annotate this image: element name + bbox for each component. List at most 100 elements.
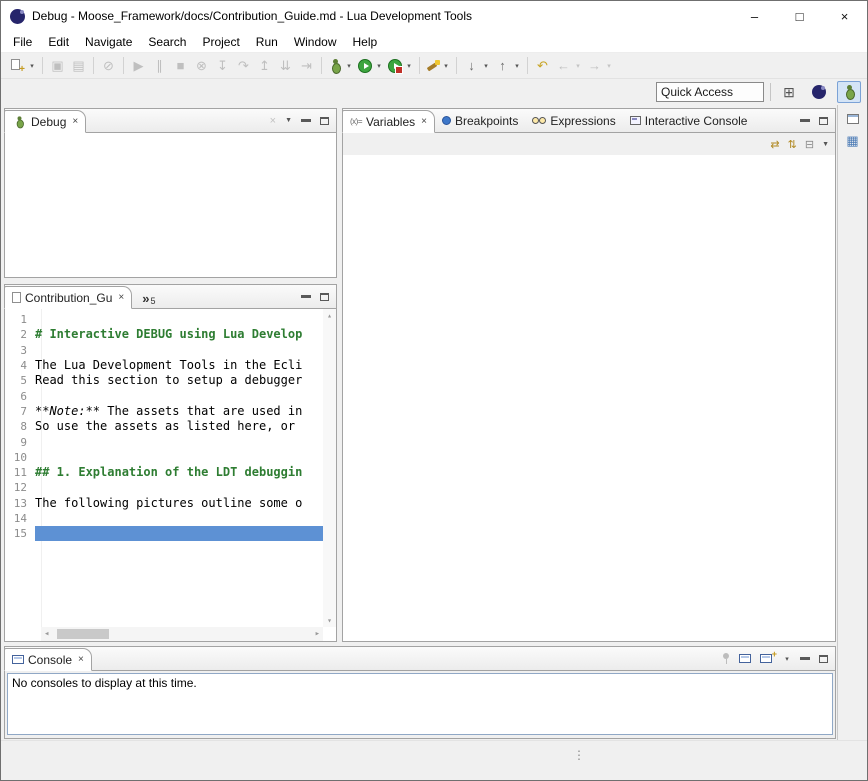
scrollbar-thumb[interactable] — [57, 629, 109, 639]
open-console-button[interactable]: + — [760, 654, 772, 663]
editor-line: 8So use the assets as listed here, or — [5, 419, 323, 434]
disconnect-button[interactable]: ⊗ — [191, 55, 212, 77]
tab-variables[interactable]: (x)= Variables × — [342, 110, 435, 133]
menu-search[interactable]: Search — [140, 33, 194, 51]
ldt-perspective-button[interactable] — [807, 81, 831, 103]
new-button[interactable]: + ▾ — [6, 55, 38, 77]
close-tab-icon[interactable]: × — [118, 292, 124, 303]
dropdown-arrow-icon[interactable]: ▾ — [375, 62, 383, 70]
line-text — [35, 480, 323, 495]
forward-icon: → — [586, 59, 603, 72]
editor-line: 14 — [5, 511, 323, 526]
save-button[interactable]: ▣ — [47, 55, 68, 77]
view-menu-icon[interactable]: ▼ — [285, 117, 292, 124]
sash-grip[interactable]: ⋮ — [573, 748, 585, 762]
drop-to-frame-button[interactable]: ⇊ — [275, 55, 296, 77]
dropdown-arrow-icon[interactable]: ▾ — [482, 62, 490, 70]
step-over-button[interactable]: ↷ — [233, 55, 254, 77]
restore-view-icon[interactable] — [847, 114, 859, 124]
maximize-view-icon[interactable] — [320, 117, 329, 125]
dropdown-arrow-icon[interactable]: ▾ — [405, 62, 413, 70]
search-button[interactable]: ▾ — [424, 55, 452, 77]
show-logical-structure-icon[interactable]: ⇅ — [788, 138, 797, 151]
line-text-rest: The assets that are used in — [100, 404, 302, 418]
maximize-view-icon[interactable] — [819, 655, 828, 663]
step-return-button[interactable]: ↥ — [254, 55, 275, 77]
menu-project[interactable]: Project — [194, 33, 247, 51]
terminate-button[interactable]: ■ — [170, 55, 191, 77]
dropdown-arrow-icon[interactable]: ▾ — [28, 62, 36, 70]
tab-breakpoints[interactable]: Breakpoints — [435, 109, 525, 132]
open-perspective-button[interactable]: ⊞ — [777, 81, 801, 103]
dropdown-arrow-icon[interactable]: ▾ — [605, 62, 613, 70]
minimized-view-icon[interactable]: ▦ — [846, 134, 858, 147]
skip-all-breakpoints-button[interactable]: ⊘ — [98, 55, 119, 77]
tab-contribution-guide[interactable]: Contribution_Gu × — [4, 286, 132, 309]
menu-file[interactable]: File — [5, 33, 40, 51]
collapse-all-icon[interactable]: ⊟ — [805, 138, 814, 151]
interactive-console-icon — [630, 116, 641, 125]
maximize-window-button[interactable]: □ — [777, 1, 822, 31]
suspend-button[interactable]: ∥ — [149, 55, 170, 77]
tab-expressions[interactable]: Expressions — [525, 109, 622, 132]
pin-console-icon[interactable] — [722, 653, 730, 664]
save-all-button[interactable]: ▤ — [68, 55, 89, 77]
menu-help[interactable]: Help — [345, 33, 386, 51]
debug-perspective-button[interactable] — [837, 81, 861, 103]
maximize-view-icon[interactable] — [320, 293, 329, 301]
quick-access-input[interactable]: Quick Access — [656, 82, 764, 102]
dropdown-arrow-icon[interactable]: ▾ — [574, 62, 582, 70]
view-menu-icon[interactable]: ▼ — [822, 141, 829, 148]
last-edit-location-button[interactable]: ↶ — [532, 55, 553, 77]
scroll-right-icon[interactable]: ▸ — [315, 629, 320, 639]
minimize-view-icon[interactable] — [800, 119, 810, 122]
resume-button[interactable]: ▶ — [128, 55, 149, 77]
close-tab-icon[interactable]: × — [72, 116, 78, 127]
tab-label: Console — [28, 653, 72, 667]
tab-console[interactable]: Console × — [4, 648, 92, 671]
line-number: 1 — [5, 313, 35, 326]
variables-content[interactable] — [343, 155, 835, 641]
next-annotation-button[interactable]: ↓ ▾ — [461, 55, 492, 77]
dropdown-arrow-icon[interactable]: ▾ — [345, 62, 353, 70]
scroll-up-icon[interactable]: ▴ — [327, 311, 332, 320]
scroll-left-icon[interactable]: ◂ — [44, 629, 49, 639]
scroll-down-icon[interactable]: ▾ — [327, 616, 332, 625]
debug-view-content[interactable] — [5, 133, 336, 277]
step-into-button[interactable]: ↧ — [212, 55, 233, 77]
dropdown-arrow-icon[interactable]: ▾ — [513, 62, 521, 70]
menu-window[interactable]: Window — [286, 33, 345, 51]
minimize-window-button[interactable]: – — [732, 1, 777, 31]
markdown-editor[interactable]: 1 2# Interactive DEBUG using Lua Develop… — [5, 309, 336, 641]
tab-interactive-console[interactable]: Interactive Console — [623, 109, 755, 132]
coverage-icon — [388, 59, 402, 73]
show-type-names-icon[interactable]: ⇄ — [770, 138, 779, 151]
dropdown-arrow-icon[interactable]: ▾ — [442, 62, 450, 70]
toolbar-separator — [123, 57, 124, 74]
run-button[interactable]: ▾ — [355, 55, 385, 77]
vertical-scrollbar[interactable]: ▴ ▾ — [323, 309, 336, 627]
close-tab-icon[interactable]: × — [421, 116, 427, 127]
remove-terminated-icon[interactable]: × — [270, 115, 276, 127]
console-content[interactable]: No consoles to display at this time. — [7, 673, 833, 735]
menu-navigate[interactable]: Navigate — [77, 33, 140, 51]
maximize-view-icon[interactable] — [819, 117, 828, 125]
back-button[interactable]: ← ▾ — [553, 55, 584, 77]
dropdown-arrow-icon[interactable]: ▾ — [783, 655, 791, 663]
debug-button[interactable]: ▾ — [326, 55, 355, 77]
close-tab-icon[interactable]: × — [78, 654, 84, 665]
close-window-button[interactable]: × — [822, 1, 867, 31]
horizontal-scrollbar[interactable]: ◂ ▸ — [41, 627, 323, 641]
minimize-view-icon[interactable] — [800, 657, 810, 660]
minimize-view-icon[interactable] — [301, 295, 311, 298]
previous-annotation-button[interactable]: ↑ ▾ — [492, 55, 523, 77]
coverage-button[interactable]: ▾ — [385, 55, 415, 77]
editor-overflow-chevron[interactable]: » 5 — [132, 291, 161, 308]
use-step-filters-button[interactable]: ⇥ — [296, 55, 317, 77]
tab-debug[interactable]: Debug × — [4, 110, 86, 133]
display-console-icon[interactable] — [739, 654, 751, 663]
menu-run[interactable]: Run — [248, 33, 286, 51]
minimize-view-icon[interactable] — [301, 119, 311, 122]
forward-button[interactable]: → ▾ — [584, 55, 615, 77]
menu-edit[interactable]: Edit — [40, 33, 77, 51]
